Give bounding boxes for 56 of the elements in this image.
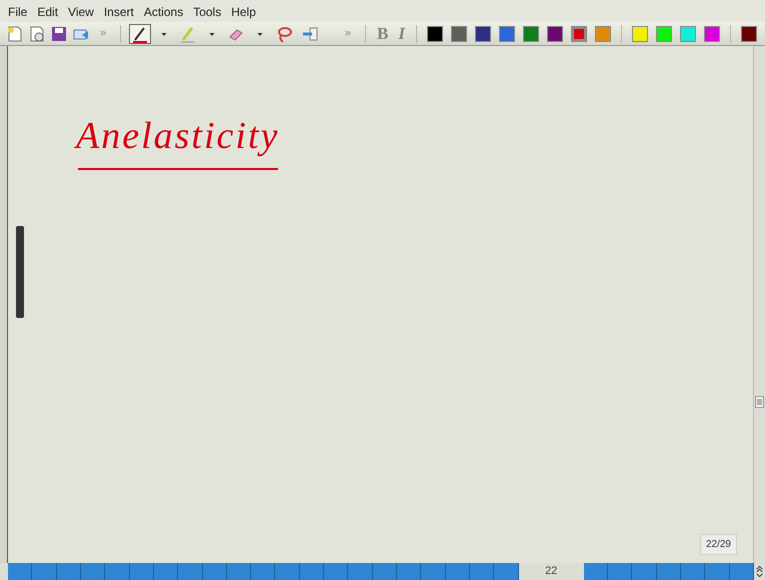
- menu-item[interactable]: Help: [231, 3, 256, 22]
- menu-item[interactable]: Insert: [104, 3, 134, 22]
- page-tab[interactable]: [154, 563, 178, 580]
- side-handle[interactable]: [16, 226, 24, 318]
- menu-item[interactable]: Actions: [144, 3, 184, 22]
- page-tab[interactable]: [608, 563, 632, 580]
- color-swatch[interactable]: [704, 26, 720, 42]
- color-swatch[interactable]: [523, 26, 539, 42]
- page-tab[interactable]: [8, 563, 32, 580]
- page-tab[interactable]: [584, 563, 608, 580]
- scroll-grip-icon[interactable]: [755, 396, 764, 408]
- page-tab[interactable]: [300, 563, 324, 580]
- page-tab[interactable]: [324, 563, 348, 580]
- color-swatch[interactable]: [656, 26, 672, 42]
- menu-item[interactable]: Tools: [193, 3, 222, 22]
- page-tab[interactable]: [178, 563, 202, 580]
- color-swatch[interactable]: [571, 26, 587, 42]
- page-tab[interactable]: [130, 563, 154, 580]
- color-swatch[interactable]: [741, 26, 757, 42]
- page-tab[interactable]: [372, 563, 397, 580]
- page-tab[interactable]: [56, 563, 81, 580]
- page-tab[interactable]: [494, 563, 519, 580]
- page-tab[interactable]: [202, 563, 227, 580]
- pen-tool[interactable]: [129, 24, 152, 44]
- page-tab[interactable]: [226, 563, 252, 580]
- page-nav-icon[interactable]: [754, 563, 765, 580]
- color-swatch[interactable]: [632, 26, 648, 42]
- color-swatch[interactable]: [499, 26, 515, 42]
- color-swatch[interactable]: [547, 26, 563, 42]
- color-swatch[interactable]: [595, 26, 611, 42]
- page-tab[interactable]: [632, 563, 657, 580]
- menu-item[interactable]: Edit: [37, 3, 58, 22]
- page-tab[interactable]: [275, 563, 300, 580]
- page-tab[interactable]: [80, 563, 106, 580]
- handwritten-heading: Anelasticity: [76, 114, 280, 158]
- color-swatch[interactable]: [680, 26, 696, 42]
- menu-item[interactable]: View: [68, 3, 94, 22]
- page-tab[interactable]: [446, 563, 470, 580]
- vertical-scrollbar[interactable]: [753, 46, 765, 563]
- page-tab[interactable]: [656, 563, 682, 580]
- color-swatch[interactable]: [427, 26, 443, 42]
- page-tab[interactable]: [681, 563, 706, 580]
- page-tab[interactable]: [397, 563, 422, 580]
- page-tab[interactable]: [251, 563, 276, 580]
- color-swatch[interactable]: [475, 26, 491, 42]
- page-counter: 22/29: [700, 534, 737, 555]
- page-tab[interactable]: [705, 563, 730, 580]
- page-tab[interactable]: [105, 563, 130, 580]
- page-tab[interactable]: [348, 563, 373, 580]
- page-tab[interactable]: [470, 563, 494, 580]
- page-tab[interactable]: [421, 563, 446, 580]
- color-swatch[interactable]: [451, 26, 467, 42]
- menu-item[interactable]: File: [8, 3, 28, 22]
- page-clock-icon[interactable]: [28, 24, 46, 42]
- new-note-icon[interactable]: [6, 24, 24, 42]
- page-tab[interactable]: [32, 563, 57, 580]
